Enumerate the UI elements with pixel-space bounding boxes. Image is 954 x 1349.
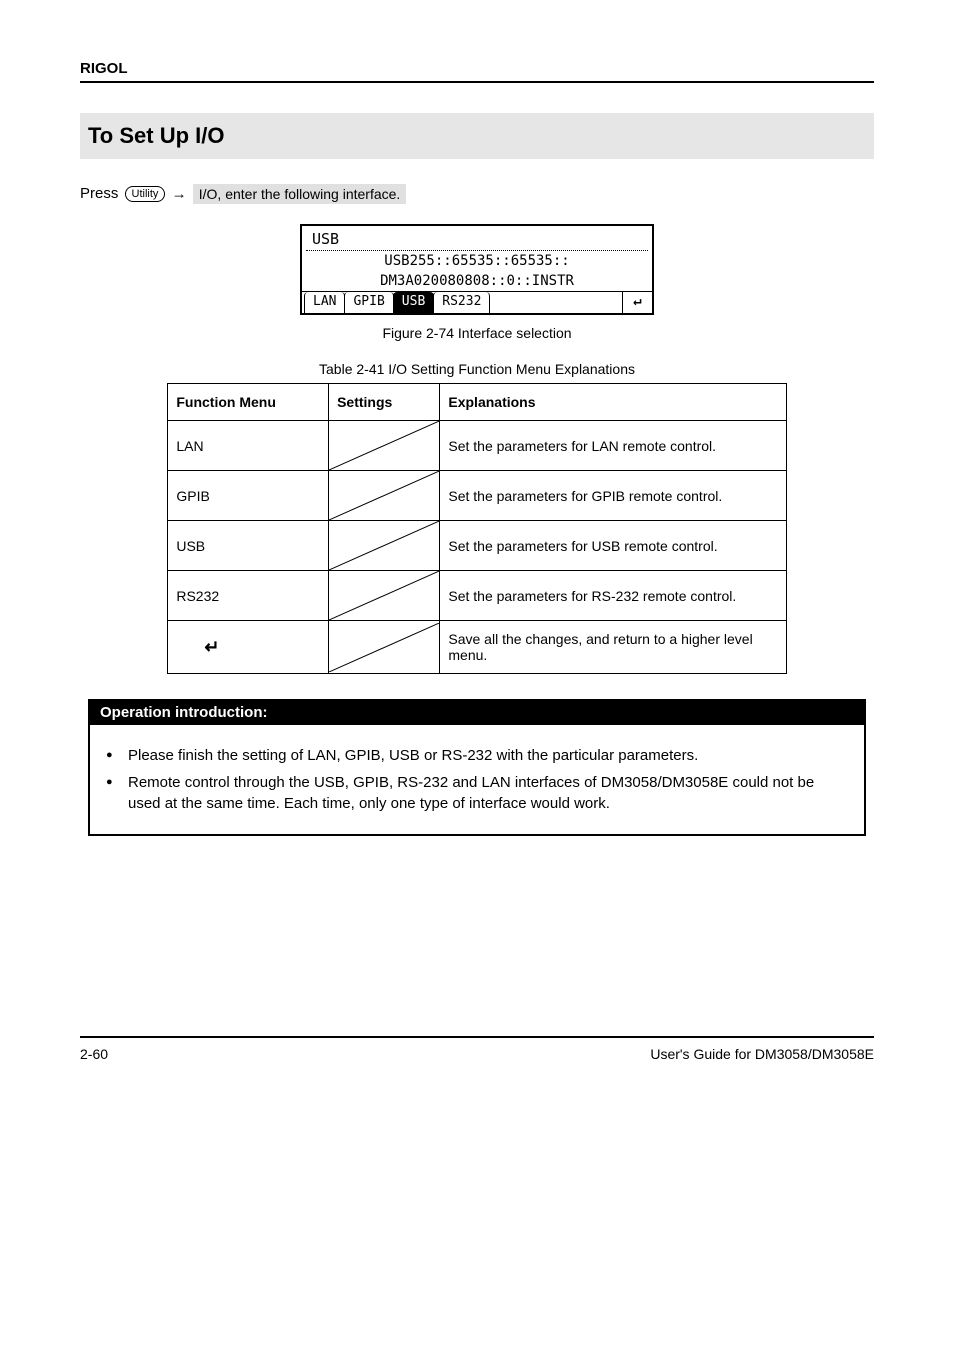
cell-settings-empty <box>329 571 440 621</box>
cell-fn-usb: USB <box>168 521 329 571</box>
tab-lan: LAN <box>304 292 345 313</box>
tab-usb: USB <box>393 292 434 313</box>
section-title: To Set Up I/O <box>80 113 874 159</box>
doc-name: User's Guide for DM3058/DM3058E <box>650 1046 874 1062</box>
instruction-line: Press Utility → I/O, enter the following… <box>80 184 874 204</box>
cell-exp-lan: Set the parameters for LAN remote contro… <box>440 421 786 471</box>
table-row: RS232 Set the parameters for RS-232 remo… <box>168 571 786 621</box>
note-line-1: Please finish the setting of LAN, GPIB, … <box>106 745 848 766</box>
cell-exp-rs232: Set the parameters for RS-232 remote con… <box>440 571 786 621</box>
return-icon: ↵ <box>622 292 652 313</box>
arrow-right-icon: → <box>172 186 187 203</box>
cell-fn-gpib: GPIB <box>168 471 329 521</box>
header-divider <box>80 81 874 83</box>
table-header-row: Function Menu Settings Explanations <box>168 384 786 421</box>
table-row: GPIB Set the parameters for GPIB remote … <box>168 471 786 521</box>
screen-line-2: DM3A020080808::0::INSTR <box>302 271 652 291</box>
press-pre: Press <box>80 185 123 202</box>
page-footer: 2-60 User's Guide for DM3058/DM3058E <box>80 1036 874 1062</box>
device-screen: USB USB255::65535::65535:: DM3A020080808… <box>300 224 654 315</box>
screen-line-1: USB255::65535::65535:: <box>302 251 652 271</box>
table-caption: Table 2-41 I/O Setting Function Menu Exp… <box>80 361 874 377</box>
screen-tabs-row: LAN GPIB USB RS232 ↵ <box>302 291 652 313</box>
cell-fn-rs232: RS232 <box>168 571 329 621</box>
tab-rs232: RS232 <box>433 292 490 313</box>
note-line-2: Remote control through the USB, GPIB, RS… <box>106 772 848 814</box>
table-row: ↵ Save all the changes, and return to a … <box>168 621 786 674</box>
table-row: USB Set the parameters for USB remote co… <box>168 521 786 571</box>
th-explanations: Explanations <box>440 384 786 421</box>
return-arrow-icon: ↵ <box>204 637 219 657</box>
note-body: Please finish the setting of LAN, GPIB, … <box>90 725 864 834</box>
function-menu-table: Function Menu Settings Explanations LAN … <box>167 383 786 674</box>
cell-exp-return: Save all the changes, and return to a hi… <box>440 621 786 674</box>
io-soft-label: I/O, enter the following interface. <box>193 184 407 204</box>
tab-spacer <box>490 292 622 313</box>
brand-name: RIGOL <box>80 60 874 77</box>
cell-settings-empty <box>329 621 440 674</box>
cell-fn-lan: LAN <box>168 421 329 471</box>
cell-exp-gpib: Set the parameters for GPIB remote contr… <box>440 471 786 521</box>
note-box: Operation introduction: Please finish th… <box>88 699 866 836</box>
cell-settings-empty <box>329 471 440 521</box>
th-function: Function Menu <box>168 384 329 421</box>
tab-gpib: GPIB <box>344 292 393 313</box>
page-number: 2-60 <box>80 1046 140 1062</box>
cell-settings-empty <box>329 521 440 571</box>
cell-fn-return: ↵ <box>168 621 329 674</box>
note-title: Operation introduction: <box>90 700 864 725</box>
figure-caption: Figure 2-74 Interface selection <box>80 325 874 341</box>
table-row: LAN Set the parameters for LAN remote co… <box>168 421 786 471</box>
utility-key: Utility <box>125 186 166 202</box>
th-settings: Settings <box>329 384 440 421</box>
cell-settings-empty <box>329 421 440 471</box>
screen-usb-label: USB <box>306 228 648 251</box>
cell-exp-usb: Set the parameters for USB remote contro… <box>440 521 786 571</box>
